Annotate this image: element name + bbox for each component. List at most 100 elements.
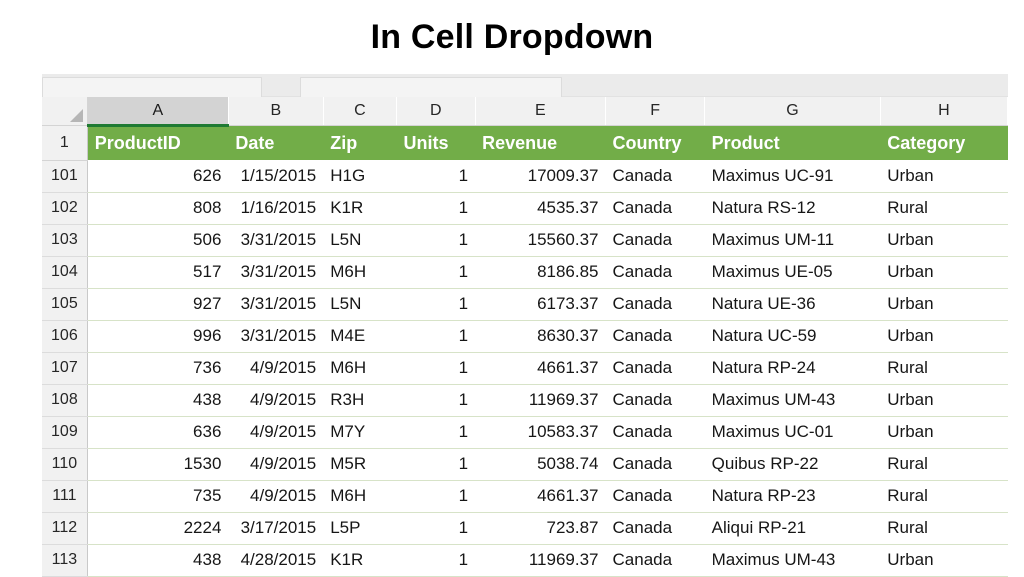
column-header-h[interactable]: H: [880, 97, 1009, 126]
table-header-units[interactable]: Units: [396, 125, 476, 160]
cell-date[interactable]: 4/9/2015: [228, 480, 324, 513]
cell-revenue[interactable]: 15560.37: [475, 224, 606, 257]
table-header-product[interactable]: Product: [704, 125, 881, 160]
cell-date[interactable]: 4/9/2015: [228, 416, 324, 449]
cell-zip[interactable]: L5P: [323, 512, 397, 545]
cell-zip[interactable]: L5N: [323, 224, 397, 257]
cell-country[interactable]: Canada: [605, 160, 705, 193]
cell-product[interactable]: Natura RS-12: [704, 192, 881, 225]
cell-productid[interactable]: 996: [87, 320, 229, 353]
cell-units[interactable]: 1: [396, 384, 476, 417]
cell-units[interactable]: 1: [396, 192, 476, 225]
cell-date[interactable]: 4/28/2015: [228, 544, 324, 577]
cell-zip[interactable]: L5N: [323, 288, 397, 321]
cell-revenue[interactable]: 10583.37: [475, 416, 606, 449]
cell-category[interactable]: Urban: [880, 288, 1008, 321]
cell-date[interactable]: 1/16/2015: [228, 192, 324, 225]
cell-zip[interactable]: R3H: [323, 384, 397, 417]
cell-category[interactable]: Urban: [880, 224, 1008, 257]
cell-revenue[interactable]: 723.87: [475, 512, 606, 545]
cell-country[interactable]: Canada: [605, 512, 705, 545]
cell-category[interactable]: Urban: [880, 320, 1008, 353]
row-number-112[interactable]: 112: [42, 512, 88, 545]
table-header-country[interactable]: Country: [605, 125, 705, 160]
cell-productid[interactable]: 736: [87, 352, 229, 385]
cell-country[interactable]: Canada: [605, 224, 705, 257]
row-number-104[interactable]: 104: [42, 256, 88, 289]
cell-product[interactable]: Maximus UC-91: [704, 160, 881, 193]
column-header-c[interactable]: C: [323, 97, 397, 126]
cell-revenue[interactable]: 4535.37: [475, 192, 606, 225]
cell-units[interactable]: 1: [396, 320, 476, 353]
cell-units[interactable]: 1: [396, 416, 476, 449]
cell-revenue[interactable]: 8186.85: [475, 256, 606, 289]
cell-product[interactable]: Natura RP-23: [704, 480, 881, 513]
cell-product[interactable]: Natura RP-24: [704, 352, 881, 385]
row-number-107[interactable]: 107: [42, 352, 88, 385]
cell-date[interactable]: 3/31/2015: [228, 256, 324, 289]
cell-productid[interactable]: 506: [87, 224, 229, 257]
row-number-110[interactable]: 110: [42, 448, 88, 481]
cell-productid[interactable]: 636: [87, 416, 229, 449]
cell-date[interactable]: 3/31/2015: [228, 224, 324, 257]
cell-country[interactable]: Canada: [605, 288, 705, 321]
cell-units[interactable]: 1: [396, 448, 476, 481]
table-header-productid[interactable]: ProductID: [87, 125, 229, 160]
cell-country[interactable]: Canada: [605, 192, 705, 225]
cell-productid[interactable]: 927: [87, 288, 229, 321]
cell-category[interactable]: Rural: [880, 512, 1008, 545]
cell-category[interactable]: Rural: [880, 192, 1008, 225]
cell-product[interactable]: Maximus UM-43: [704, 384, 881, 417]
cell-productid[interactable]: 626: [87, 160, 229, 193]
table-header-date[interactable]: Date: [228, 125, 324, 160]
column-header-f[interactable]: F: [605, 97, 706, 126]
cell-productid[interactable]: 438: [87, 544, 229, 577]
row-number-108[interactable]: 108: [42, 384, 88, 417]
cell-units[interactable]: 1: [396, 288, 476, 321]
row-number-106[interactable]: 106: [42, 320, 88, 353]
cell-zip[interactable]: M6H: [323, 480, 397, 513]
cell-productid[interactable]: 1530: [87, 448, 229, 481]
cell-date[interactable]: 4/9/2015: [228, 448, 324, 481]
row-number-105[interactable]: 105: [42, 288, 88, 321]
cell-units[interactable]: 1: [396, 480, 476, 513]
cell-country[interactable]: Canada: [605, 480, 705, 513]
cell-product[interactable]: Aliqui RP-21: [704, 512, 881, 545]
table-header-category[interactable]: Category: [880, 125, 1008, 160]
cell-zip[interactable]: M7Y: [323, 416, 397, 449]
cell-revenue[interactable]: 8630.37: [475, 320, 606, 353]
row-number-102[interactable]: 102: [42, 192, 88, 225]
cell-revenue[interactable]: 17009.37: [475, 160, 606, 193]
cell-product[interactable]: Maximus UC-01: [704, 416, 881, 449]
select-all-button[interactable]: [42, 97, 88, 126]
cell-category[interactable]: Urban: [880, 544, 1008, 577]
cell-date[interactable]: 1/15/2015: [228, 160, 324, 193]
cell-zip[interactable]: K1R: [323, 192, 397, 225]
table-header-zip[interactable]: Zip: [323, 125, 397, 160]
cell-units[interactable]: 1: [396, 352, 476, 385]
cell-productid[interactable]: 438: [87, 384, 229, 417]
cell-category[interactable]: Rural: [880, 352, 1008, 385]
cell-units[interactable]: 1: [396, 512, 476, 545]
cell-category[interactable]: Urban: [880, 256, 1008, 289]
cell-date[interactable]: 4/9/2015: [228, 384, 324, 417]
cell-units[interactable]: 1: [396, 224, 476, 257]
cell-category[interactable]: Rural: [880, 448, 1008, 481]
cell-units[interactable]: 1: [396, 256, 476, 289]
cell-revenue[interactable]: 4661.37: [475, 352, 606, 385]
cell-productid[interactable]: 808: [87, 192, 229, 225]
cell-units[interactable]: 1: [396, 544, 476, 577]
cell-zip[interactable]: H1G: [323, 160, 397, 193]
cell-product[interactable]: Maximus UE-05: [704, 256, 881, 289]
cell-category[interactable]: Urban: [880, 384, 1008, 417]
cell-product[interactable]: Natura UC-59: [704, 320, 881, 353]
row-number-109[interactable]: 109: [42, 416, 88, 449]
cell-units[interactable]: 1: [396, 160, 476, 193]
cell-revenue[interactable]: 6173.37: [475, 288, 606, 321]
column-header-e[interactable]: E: [475, 97, 607, 126]
cell-zip[interactable]: M6H: [323, 256, 397, 289]
cell-date[interactable]: 3/31/2015: [228, 288, 324, 321]
cell-zip[interactable]: M5R: [323, 448, 397, 481]
row-number-103[interactable]: 103: [42, 224, 88, 257]
cell-date[interactable]: 3/17/2015: [228, 512, 324, 545]
